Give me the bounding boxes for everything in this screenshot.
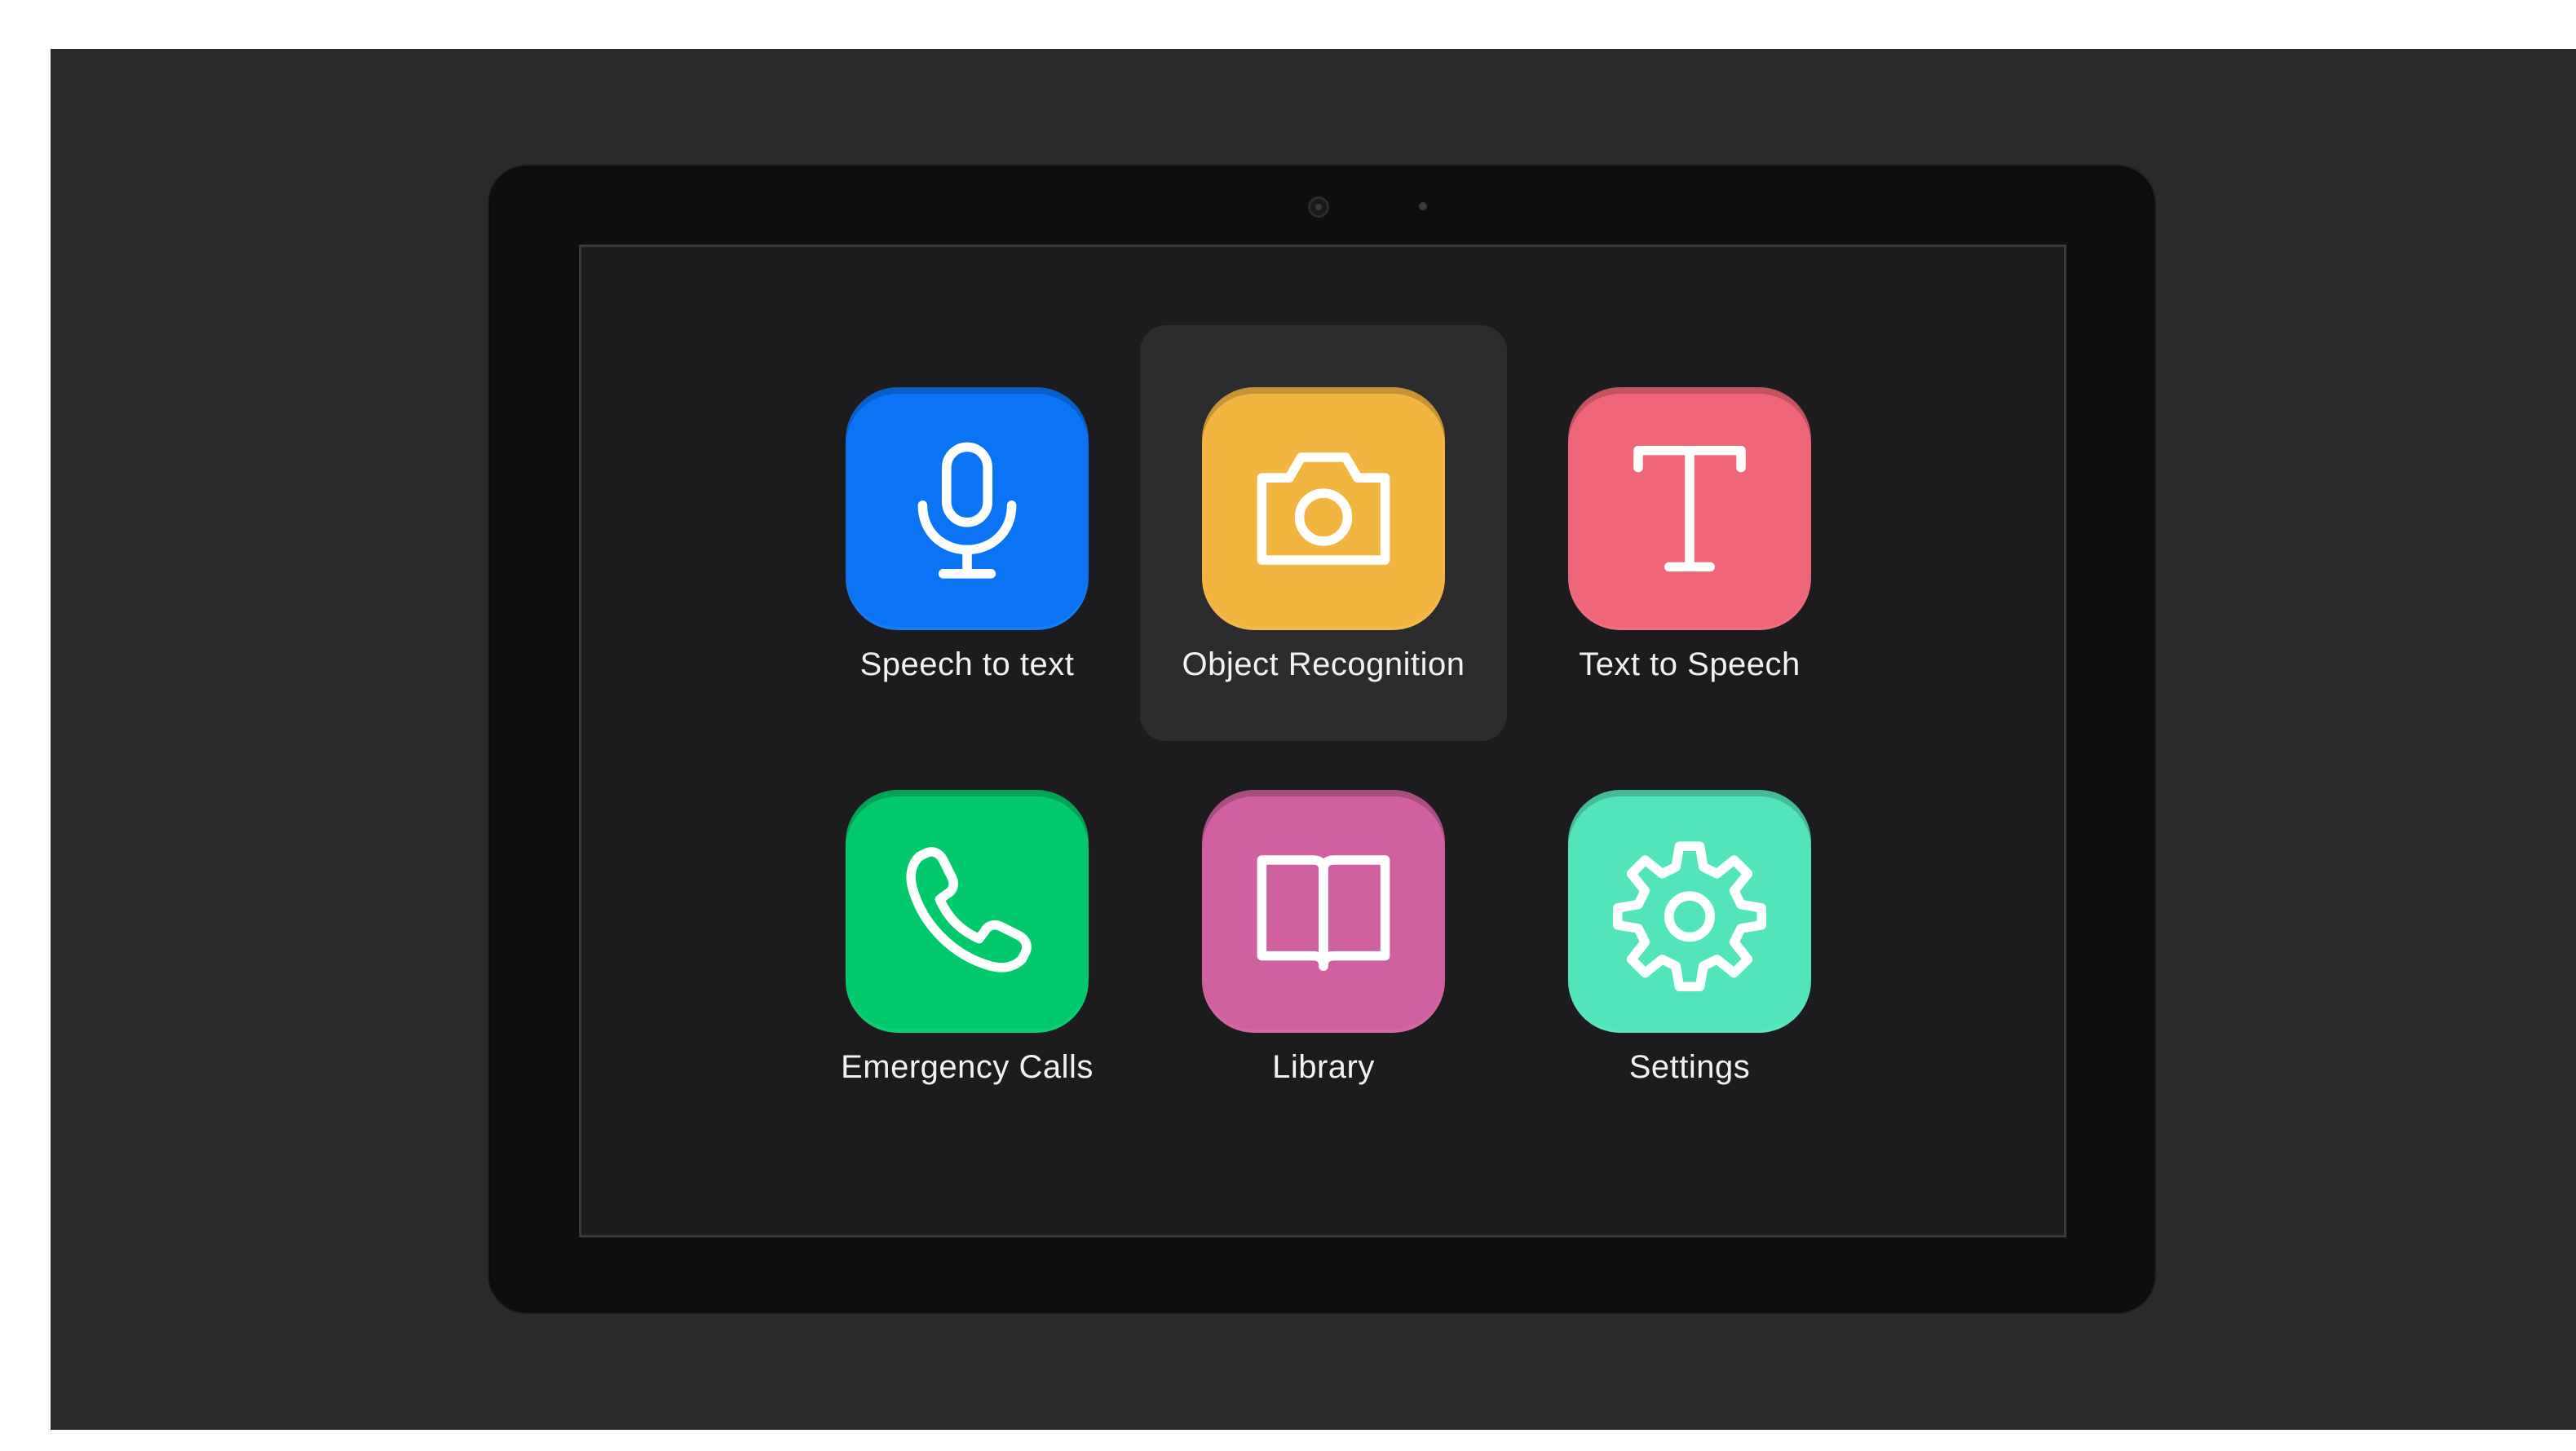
app-tile-library[interactable]: Library <box>1140 728 1507 1144</box>
app-tile-text-to-speech[interactable]: Text to Speech <box>1506 325 1873 741</box>
front-camera-icon <box>1308 196 1329 218</box>
app-tile-object-recognition[interactable]: Object Recognition <box>1140 325 1507 741</box>
sensor-dot <box>1419 202 1427 210</box>
object-recognition-app-icon <box>1202 387 1445 630</box>
settings-label: Settings <box>1628 1049 1751 1085</box>
tablet-device: Speech to text Object Recognition Text t… <box>488 165 2156 1314</box>
app-tile-emergency-calls[interactable]: Emergency Calls <box>784 728 1151 1144</box>
app-tile-speech-to-text[interactable]: Speech to text <box>784 325 1151 741</box>
microphone-icon <box>917 442 1017 579</box>
home-screen: Speech to text Object Recognition Text t… <box>579 245 2066 1237</box>
text-to-speech-app-icon <box>1568 387 1811 630</box>
app-grid: Speech to text Object Recognition Text t… <box>581 247 2064 1235</box>
text-icon <box>1633 445 1746 572</box>
emergency-calls-label: Emergency Calls <box>841 1049 1094 1085</box>
phone-icon <box>906 847 1032 972</box>
book-icon <box>1257 855 1390 971</box>
emergency-calls-app-icon <box>846 790 1089 1033</box>
speech-to-text-label: Speech to text <box>859 646 1075 682</box>
app-tile-settings[interactable]: Settings <box>1506 728 1873 1144</box>
library-label: Library <box>1272 1049 1375 1085</box>
camera-icon <box>1257 452 1390 565</box>
text-to-speech-label: Text to Speech <box>1579 646 1801 682</box>
library-app-icon <box>1202 790 1445 1033</box>
object-recognition-label: Object Recognition <box>1182 646 1465 682</box>
gear-icon <box>1613 841 1766 992</box>
speech-to-text-app-icon <box>846 387 1089 630</box>
backdrop: Speech to text Object Recognition Text t… <box>51 49 2576 1430</box>
settings-app-icon <box>1568 790 1811 1033</box>
